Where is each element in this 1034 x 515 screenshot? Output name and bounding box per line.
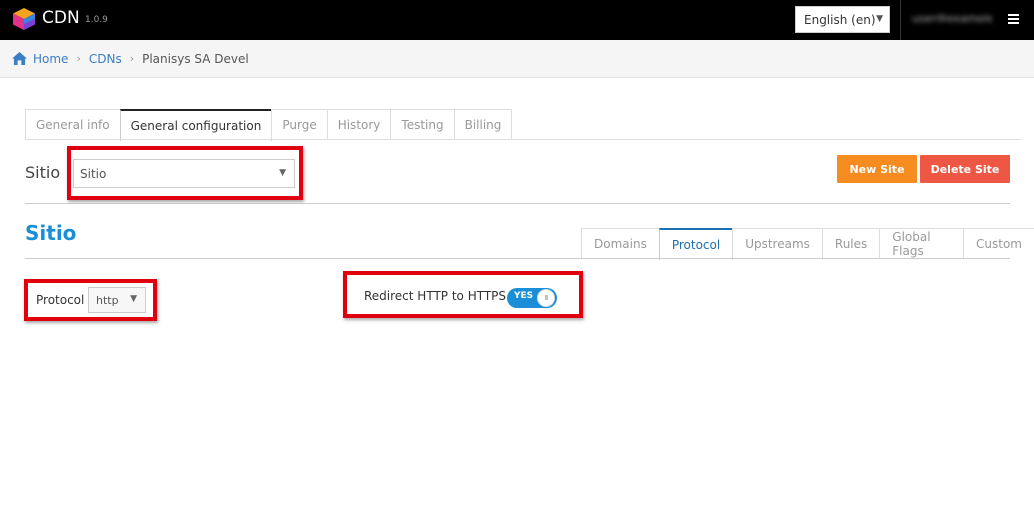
chevron-right-icon: › (129, 52, 135, 65)
protocol-select[interactable]: http ▼ (88, 287, 146, 313)
protocol-select-value: http (96, 294, 119, 307)
chevron-right-icon: › (76, 52, 81, 65)
breadcrumb-current: Planisys SA Devel (142, 51, 249, 66)
tab-upstreams[interactable]: Upstreams (732, 228, 823, 259)
tab-global-flags[interactable]: Global Flags (879, 228, 965, 259)
tab-general-info[interactable]: General info (25, 109, 121, 140)
tab-history[interactable]: History (326, 109, 392, 140)
hamburger-menu-icon[interactable] (1008, 14, 1019, 24)
tab-rules[interactable]: Rules (821, 228, 881, 259)
main-tabs: General info General configuration Purge… (25, 109, 513, 141)
breadcrumb-home[interactable]: Home (33, 52, 68, 66)
tab-domains[interactable]: Domains (581, 228, 660, 259)
tab-billing[interactable]: Billing (453, 109, 513, 140)
tab-purge[interactable]: Purge (271, 109, 328, 140)
home-icon[interactable] (12, 52, 27, 65)
language-select[interactable]: English (en) ▼ (795, 6, 890, 33)
top-navbar: CDN 1.0.9 English (en) ▼ user@example.co… (0, 0, 1034, 40)
site-selector-label: Sitio (25, 163, 61, 182)
site-sub-tabs: Domains Protocol Upstreams Rules Global … (581, 228, 1034, 260)
tab-testing[interactable]: Testing (390, 109, 455, 140)
section-divider (25, 203, 1010, 204)
chevron-down-icon: ▼ (130, 294, 137, 304)
sub-tabs-divider (25, 258, 1010, 259)
breadcrumb: Home › CDNs › Planisys SA Devel (0, 40, 1034, 78)
site-title: Sitio (25, 221, 77, 245)
tabs-divider (25, 139, 1021, 140)
user-menu[interactable]: user@example.com (912, 12, 992, 22)
cdn-logo-icon (13, 8, 35, 30)
new-site-button[interactable]: New Site (837, 155, 917, 183)
tab-general-configuration[interactable]: General configuration (119, 109, 273, 141)
navbar-divider (900, 0, 901, 40)
tab-custom[interactable]: Custom (963, 228, 1034, 259)
site-select-value: Sitio (80, 167, 107, 181)
tab-protocol[interactable]: Protocol (658, 228, 734, 260)
site-select[interactable]: Sitio ▼ (73, 159, 295, 188)
protocol-label: Protocol (36, 293, 85, 307)
app-version: 1.0.9 (85, 15, 108, 25)
language-value: English (en) (804, 13, 876, 27)
delete-site-button[interactable]: Delete Site (920, 155, 1010, 183)
chevron-down-icon: ▼ (876, 14, 883, 24)
chevron-down-icon: ▼ (279, 168, 286, 178)
toggle-knob: III (537, 289, 555, 307)
redirect-https-toggle[interactable]: YES III (507, 288, 557, 308)
toggle-state-label: YES (514, 291, 534, 301)
breadcrumb-cdns[interactable]: CDNs (89, 52, 122, 66)
app-brand[interactable]: CDN (42, 8, 80, 28)
redirect-label: Redirect HTTP to HTTPS (364, 289, 507, 303)
